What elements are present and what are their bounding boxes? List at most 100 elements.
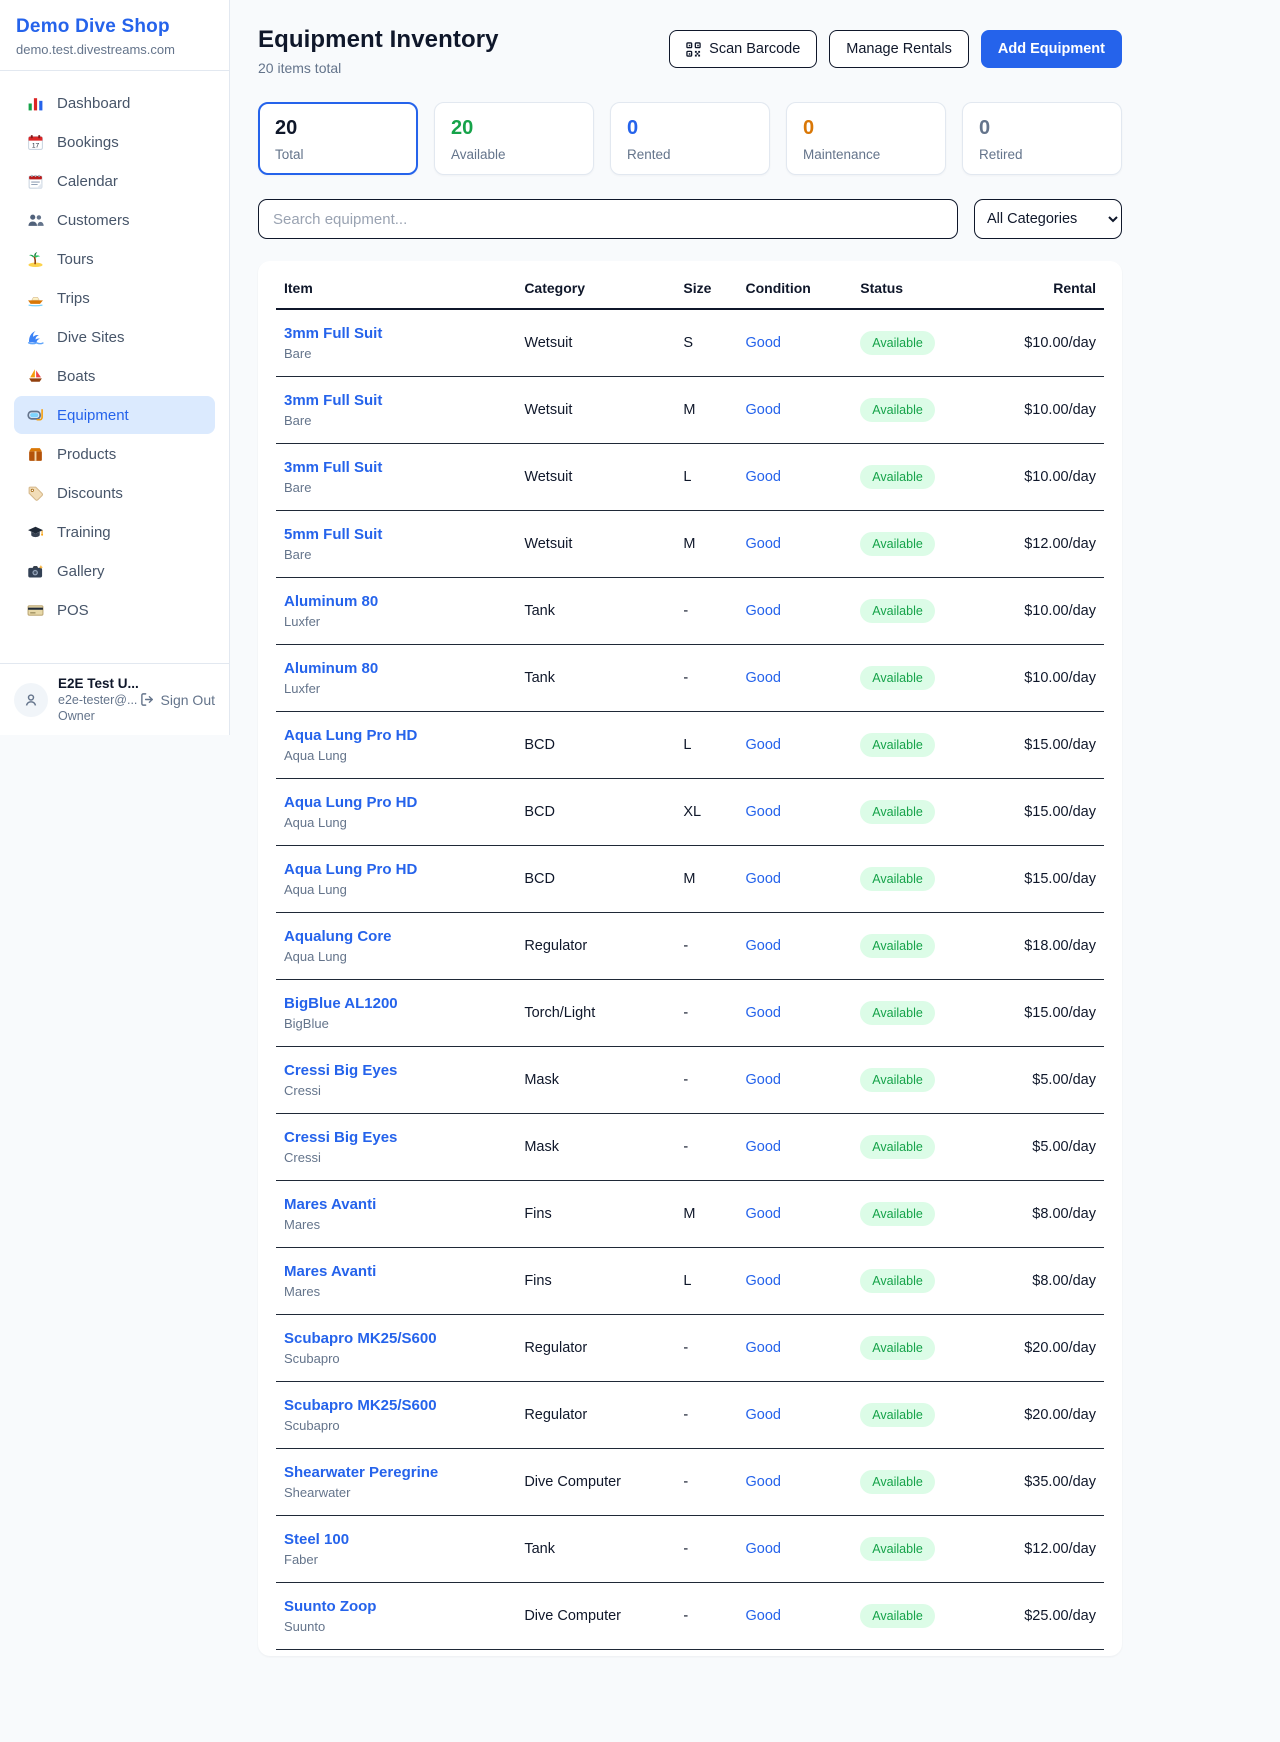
sidebar-item-discounts[interactable]: Discounts [14, 474, 215, 512]
condition-link[interactable]: Good [746, 804, 781, 820]
sidebar-item-dashboard[interactable]: Dashboard [14, 84, 215, 122]
table-row[interactable]: Mares Avanti Mares Fins M Good Available… [276, 1181, 1104, 1248]
table-row[interactable]: Aqua Lung Pro HD Aqua Lung BCD L Good Av… [276, 712, 1104, 779]
stat-card-available[interactable]: 20 Available [434, 102, 594, 175]
item-link[interactable]: Cressi Big Eyes [284, 1062, 508, 1079]
condition-link[interactable]: Good [746, 1541, 781, 1557]
sidebar-item-bookings[interactable]: 17 Bookings [14, 123, 215, 161]
scan-barcode-button[interactable]: Scan Barcode [669, 30, 817, 68]
item-link[interactable]: Aluminum 80 [284, 660, 508, 677]
condition-link[interactable]: Good [746, 603, 781, 619]
sidebar-item-dive-sites[interactable]: Dive Sites [14, 318, 215, 356]
item-link[interactable]: Aluminum 80 [284, 593, 508, 610]
status-badge: Available [860, 1470, 935, 1494]
item-link[interactable]: Aqualung Core [284, 928, 508, 945]
table-row[interactable]: Scubapro MK25/S600 Scubapro Regulator - … [276, 1382, 1104, 1449]
condition-link[interactable]: Good [746, 335, 781, 351]
table-row[interactable]: Cressi Big Eyes Cressi Mask - Good Avail… [276, 1047, 1104, 1114]
table-row[interactable]: 5mm Full Suit Bare Wetsuit M Good Availa… [276, 511, 1104, 578]
sidebar-item-products[interactable]: Products [14, 435, 215, 473]
table-row[interactable]: 3mm Full Suit Bare Wetsuit S Good Availa… [276, 309, 1104, 377]
condition-link[interactable]: Good [746, 1072, 781, 1088]
add-equipment-button[interactable]: Add Equipment [981, 30, 1122, 68]
item-link[interactable]: Mares Avanti [284, 1196, 508, 1213]
stat-card-total[interactable]: 20 Total [258, 102, 418, 175]
item-link[interactable]: Steel 100 [284, 1531, 508, 1548]
condition-link[interactable]: Good [746, 402, 781, 418]
rental-value: $15.00/day [980, 846, 1104, 913]
item-link[interactable]: Suunto Zoop [284, 1598, 508, 1615]
condition-link[interactable]: Good [746, 938, 781, 954]
sidebar-item-pos[interactable]: POS [14, 591, 215, 629]
item-brand: Aqua Lung [284, 815, 508, 830]
table-row[interactable]: Steel 100 Faber Tank - Good Available $1… [276, 1516, 1104, 1583]
stat-card-rented[interactable]: 0 Rented [610, 102, 770, 175]
condition-link[interactable]: Good [746, 1407, 781, 1423]
item-link[interactable]: Shearwater Peregrine [284, 1464, 508, 1481]
item-link[interactable]: BigBlue AL1200 [284, 995, 508, 1012]
table-row[interactable]: BigBlue AL1200 BigBlue Torch/Light - Goo… [276, 980, 1104, 1047]
condition-link[interactable]: Good [746, 1005, 781, 1021]
item-link[interactable]: 3mm Full Suit [284, 392, 508, 409]
trips-icon [26, 289, 44, 307]
condition-link[interactable]: Good [746, 1608, 781, 1624]
status-badge: Available [860, 1403, 935, 1427]
sidebar-item-tours[interactable]: Tours [14, 240, 215, 278]
item-link[interactable]: Aqua Lung Pro HD [284, 794, 508, 811]
table-row[interactable]: Aqua Lung Pro HD Aqua Lung BCD M Good Av… [276, 846, 1104, 913]
table-row[interactable]: Shearwater Peregrine Shearwater Dive Com… [276, 1449, 1104, 1516]
table-row[interactable]: Aluminum 80 Luxfer Tank - Good Available… [276, 645, 1104, 712]
item-link[interactable]: 3mm Full Suit [284, 325, 508, 342]
category-select[interactable]: All Categories [974, 199, 1122, 239]
table-row[interactable]: 3mm Full Suit Bare Wetsuit M Good Availa… [276, 377, 1104, 444]
condition-link[interactable]: Good [746, 670, 781, 686]
table-row[interactable]: Aqualung Core Aqua Lung Regulator - Good… [276, 913, 1104, 980]
item-link[interactable]: Scubapro MK25/S600 [284, 1397, 508, 1414]
item-link[interactable]: 5mm Full Suit [284, 526, 508, 543]
stat-card-retired[interactable]: 0 Retired [962, 102, 1122, 175]
condition-link[interactable]: Good [746, 737, 781, 753]
condition-link[interactable]: Good [746, 1273, 781, 1289]
brand-name[interactable]: Demo Dive Shop [16, 16, 213, 38]
table-row[interactable]: Cressi Big Eyes Cressi Mask - Good Avail… [276, 1114, 1104, 1181]
column-header-category: Category [516, 263, 675, 309]
sidebar-item-gallery[interactable]: Gallery [14, 552, 215, 590]
table-row[interactable]: 3mm Full Suit Bare Wetsuit L Good Availa… [276, 444, 1104, 511]
stat-card-maintenance[interactable]: 0 Maintenance [786, 102, 946, 175]
item-category: Dive Computer [516, 1583, 675, 1650]
condition-link[interactable]: Good [746, 536, 781, 552]
item-brand: Bare [284, 547, 508, 562]
condition-link[interactable]: Good [746, 1474, 781, 1490]
item-link[interactable]: Scubapro MK25/S600 [284, 1330, 508, 1347]
sidebar-item-calendar[interactable]: Calendar [14, 162, 215, 200]
condition-link[interactable]: Good [746, 1340, 781, 1356]
table-row[interactable]: Aluminum 80 Luxfer Tank - Good Available… [276, 578, 1104, 645]
condition-link[interactable]: Good [746, 1206, 781, 1222]
item-link[interactable]: Cressi Big Eyes [284, 1129, 508, 1146]
sidebar-item-customers[interactable]: Customers [14, 201, 215, 239]
item-link[interactable]: Aqua Lung Pro HD [284, 727, 508, 744]
item-category: Wetsuit [516, 444, 675, 511]
table-row[interactable]: Mares Avanti Mares Fins L Good Available… [276, 1248, 1104, 1315]
table-row[interactable]: Aqua Lung Pro HD Aqua Lung BCD XL Good A… [276, 779, 1104, 846]
rental-value: $10.00/day [980, 578, 1104, 645]
item-link[interactable]: Aqua Lung Pro HD [284, 861, 508, 878]
item-size: - [675, 913, 737, 980]
sidebar-item-training[interactable]: Training [14, 513, 215, 551]
item-link[interactable]: Mares Avanti [284, 1263, 508, 1280]
condition-link[interactable]: Good [746, 469, 781, 485]
pos-icon [26, 601, 44, 619]
table-row[interactable]: Scubapro MK25/S600 Scubapro Regulator - … [276, 1315, 1104, 1382]
search-input[interactable] [258, 199, 958, 239]
sidebar-item-boats[interactable]: Boats [14, 357, 215, 395]
sidebar-item-equipment[interactable]: Equipment [14, 396, 215, 434]
status-badge: Available [860, 532, 935, 556]
condition-link[interactable]: Good [746, 1139, 781, 1155]
item-link[interactable]: 3mm Full Suit [284, 459, 508, 476]
sign-out-button[interactable]: Sign Out [140, 692, 215, 708]
sidebar-item-trips[interactable]: Trips [14, 279, 215, 317]
manage-rentals-button[interactable]: Manage Rentals [829, 30, 969, 68]
table-row[interactable]: Suunto Zoop Suunto Dive Computer - Good … [276, 1583, 1104, 1650]
condition-link[interactable]: Good [746, 871, 781, 887]
item-brand: Luxfer [284, 614, 508, 629]
